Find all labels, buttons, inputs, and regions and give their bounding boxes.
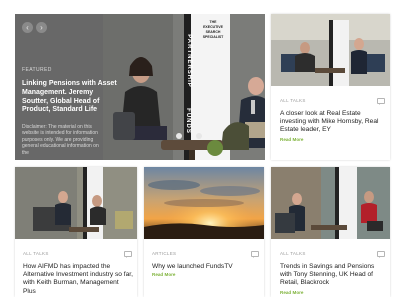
card-title[interactable]: Trends in Savings and Pensions with Tony…	[280, 263, 384, 288]
comment-icon	[377, 98, 385, 105]
talk-thumbnail[interactable]	[15, 167, 137, 239]
card-tag: ALL TALKS	[280, 251, 306, 256]
article-thumbnail[interactable]	[144, 167, 264, 239]
featured-photo[interactable]: PARTNERSHIP THE EXECUTIVE SEARCH SPECIAL…	[103, 14, 265, 160]
chevron-left-icon[interactable]: ‹	[22, 22, 33, 33]
carousel-nav: ‹ ›	[22, 22, 47, 33]
talk-card[interactable]: ALL TALKS How AIFMD has impacted the Alt…	[15, 167, 137, 297]
featured-disclaimer: Disclaimer: The material on this website…	[22, 124, 99, 156]
read-more-link[interactable]: Read More	[280, 137, 304, 142]
card-title[interactable]: How AIFMD has impacted the Alternative I…	[23, 263, 133, 296]
article-card[interactable]: ARTICLES Why we launched FundsTV Read Mo…	[144, 167, 264, 297]
card-tag: ALL TALKS	[23, 251, 49, 256]
talk-card[interactable]: ALL TALKS Trends in Savings and Pensions…	[271, 167, 390, 297]
featured-card[interactable]: PARTNERSHIP THE EXECUTIVE SEARCH SPECIAL…	[15, 14, 265, 160]
talk-thumbnail[interactable]	[271, 14, 390, 86]
featured-title[interactable]: Linking Pensions with Asset Management. …	[22, 80, 118, 115]
card-tag: ARTICLES	[152, 251, 177, 256]
featured-banner-tagline: THE EXECUTIVE SEARCH SPECIALIST	[202, 20, 224, 39]
talk-card[interactable]: ALL TALKS A closer look at Real Estate i…	[271, 14, 390, 160]
featured-banner-funds: FUNDS	[185, 108, 191, 134]
comment-icon	[124, 251, 132, 258]
comment-icon	[251, 251, 259, 258]
featured-label: FEATURED	[22, 67, 52, 73]
card-title[interactable]: Why we launched FundsTV	[152, 263, 260, 271]
card-title[interactable]: A closer look at Real Estate investing w…	[280, 110, 384, 135]
comment-icon	[377, 251, 385, 258]
read-more-link[interactable]: Read More	[152, 272, 176, 277]
featured-banner-brand: PARTNERSHIP	[186, 34, 192, 88]
talk-thumbnail[interactable]	[271, 167, 390, 239]
read-more-link[interactable]: Read More	[280, 290, 304, 295]
card-tag: ALL TALKS	[280, 98, 306, 103]
chevron-right-icon[interactable]: ›	[36, 22, 47, 33]
